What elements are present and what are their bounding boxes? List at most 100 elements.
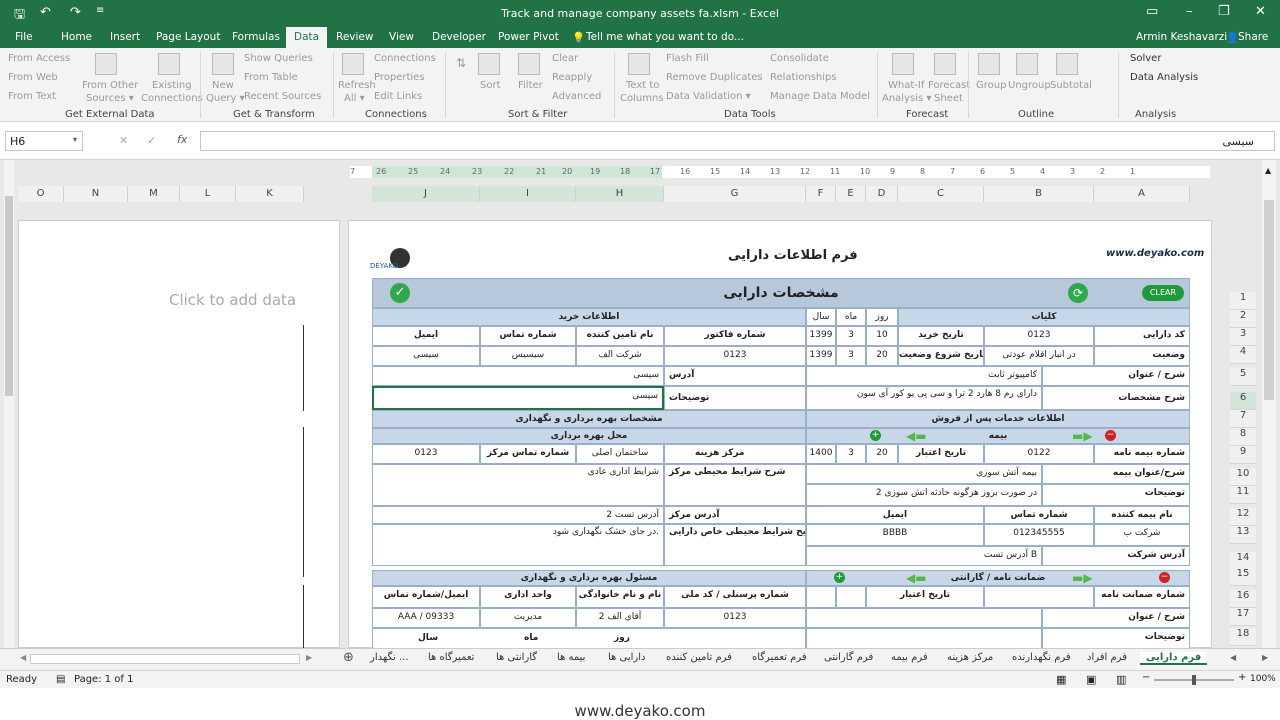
left-scrollbar[interactable] — [4, 160, 14, 648]
from-table-button[interactable]: From Table — [244, 72, 298, 83]
fullname-value[interactable]: آقای الف 2 — [576, 608, 664, 628]
row-header[interactable]: 5 — [1230, 368, 1256, 386]
enter-icon[interactable]: ✓ — [147, 134, 156, 147]
sheet-tab[interactable]: گارانتی ها — [496, 652, 537, 663]
asset-code-value[interactable]: 0123 — [984, 326, 1094, 346]
scroll-right-icon[interactable]: ▶ — [306, 653, 312, 662]
invoice-value[interactable]: 0123 — [664, 346, 806, 366]
row-header[interactable]: 15 — [1230, 568, 1256, 586]
scrollbar-thumb[interactable] — [1264, 200, 1274, 400]
row-header[interactable]: 17 — [1230, 608, 1256, 626]
sheet-tab[interactable]: تعمیرگاه ها — [428, 652, 474, 663]
tab-page-layout[interactable]: Page Layout — [156, 31, 220, 43]
tab-view[interactable]: View — [389, 31, 414, 43]
recent-sources-button[interactable]: Recent Sources — [244, 91, 321, 102]
description-value[interactable]: سیسی — [600, 388, 662, 406]
advanced-filter-button[interactable]: Advanced — [552, 91, 601, 102]
name-box-dropdown-icon[interactable]: ▾ — [73, 135, 77, 144]
row-header[interactable]: 18 — [1230, 628, 1256, 646]
g-validity-year[interactable] — [806, 586, 836, 608]
insurer-email-value[interactable]: BBBB — [806, 524, 984, 546]
env-value[interactable]: شرایط اداری عادی — [372, 464, 664, 506]
data-analysis-button[interactable]: Data Analysis — [1130, 72, 1198, 83]
subtotal-button[interactable]: Subtotal — [1050, 80, 1092, 91]
row-header[interactable]: 12 — [1230, 508, 1256, 526]
remove-icon[interactable]: − — [1159, 572, 1170, 583]
column-header-D[interactable]: D — [866, 186, 898, 202]
filter-button[interactable]: Filter — [518, 80, 543, 91]
sheet-tab[interactable]: فرم افراد — [1087, 652, 1127, 663]
from-other-sources-button[interactable]: From Other — [82, 80, 138, 91]
sheet-tab[interactable]: نگهدار ... — [370, 652, 409, 663]
formula-input[interactable]: سیسی — [200, 131, 1275, 151]
insurance-desc-value[interactable]: در صورت بروز هرگونه حادثه اتش سوزی 2 — [806, 484, 1042, 506]
tab-insert[interactable]: Insert — [110, 31, 140, 43]
add-icon[interactable]: + — [870, 430, 881, 441]
address-value[interactable]: سیسی — [600, 366, 664, 386]
manage-data-model-button[interactable]: Manage Data Model — [770, 91, 870, 102]
tab-power-pivot[interactable]: Power Pivot — [498, 31, 559, 43]
scroll-up-icon[interactable]: ▲ — [1265, 166, 1271, 175]
cost-center-value[interactable]: ساختمان اصلی — [576, 444, 664, 464]
sheet-tab[interactable]: بیمه ها — [557, 652, 585, 663]
clear-filter-button[interactable]: Clear — [552, 53, 578, 64]
column-header-F[interactable]: F — [806, 186, 836, 202]
start-day[interactable]: 20 — [866, 346, 898, 366]
row-header[interactable]: 1 — [1230, 292, 1256, 310]
show-queries-button[interactable]: Show Queries — [244, 53, 313, 64]
insurer-address-value[interactable]: آدرس تست B — [806, 546, 1042, 566]
personnel-value[interactable]: 0123 — [664, 608, 806, 628]
scroll-left-icon[interactable]: ◀ — [20, 653, 26, 662]
insurer-contact-value[interactable]: 012345555 — [984, 524, 1094, 546]
sheet-tab[interactable]: دارایی ها — [608, 652, 645, 663]
edit-links-button[interactable]: Edit Links — [374, 91, 422, 102]
site-url[interactable]: www.deyako.com — [1106, 248, 1204, 259]
tell-me-input[interactable]: Tell me what you want to do... — [586, 31, 744, 43]
sheet-tab[interactable]: فرم بیمه — [891, 652, 928, 663]
insurer-value[interactable]: شرکت ب — [1094, 524, 1190, 546]
forecast-sheet-button[interactable]: Forecast — [928, 80, 970, 91]
from-text-button[interactable]: From Text — [8, 91, 56, 102]
right-scrollbar[interactable]: ▲ — [1262, 160, 1276, 648]
spec-value[interactable]: دارای رم 8 هارد 2 ترا و سی پی یو کور آی … — [806, 386, 1042, 410]
what-if-button[interactable]: What-If — [888, 80, 924, 91]
reapply-button[interactable]: Reapply — [552, 72, 592, 83]
row-header[interactable]: 10 — [1230, 468, 1256, 486]
add-icon[interactable]: + — [834, 572, 845, 583]
existing-connections-button[interactable]: Existing — [152, 80, 192, 91]
tab-scroll-right-icon[interactable]: ▶ — [1262, 653, 1268, 662]
share-button[interactable]: Share — [1238, 31, 1268, 43]
row-header[interactable]: 2 — [1230, 310, 1256, 328]
g-title-value[interactable] — [806, 608, 1042, 628]
prev-arrow-icon[interactable]: ◀▬ — [906, 571, 927, 585]
sort-az-icon[interactable]: ⇅ — [456, 56, 466, 70]
row-header[interactable]: 8 — [1230, 428, 1256, 446]
email-contact-value[interactable]: AAA / 09333 — [372, 608, 480, 628]
row-header[interactable]: 9 — [1230, 446, 1256, 464]
column-header-B[interactable]: B — [984, 186, 1094, 202]
next-arrow-icon[interactable]: ▬▶ — [1072, 429, 1093, 443]
new-sheet-icon[interactable]: ⊕ — [343, 650, 354, 665]
sheet-tab[interactable]: فرم تامین کننده — [666, 652, 732, 663]
column-header-I[interactable]: I — [480, 186, 576, 202]
connections-button[interactable]: Connections — [374, 53, 436, 64]
sheet-tab[interactable]: فرم نگهدارنده — [1012, 652, 1071, 663]
page-layout-view-icon[interactable]: ▣ — [1086, 673, 1096, 686]
column-header-H[interactable]: H — [576, 186, 664, 202]
cancel-icon[interactable]: ✕ — [119, 134, 128, 147]
scrollbar-thumb[interactable] — [5, 196, 13, 396]
row-header[interactable]: 11 — [1230, 486, 1256, 504]
validity-day[interactable]: 20 — [866, 444, 898, 464]
row-header[interactable]: 16 — [1230, 590, 1256, 608]
tab-file[interactable]: File — [15, 31, 33, 43]
refresh-all-button[interactable]: Refresh — [338, 80, 376, 91]
clear-button[interactable]: CLEAR — [1142, 285, 1184, 301]
column-header-A[interactable]: A — [1094, 186, 1190, 202]
group-button[interactable]: Group — [976, 80, 1006, 91]
zoom-in-icon[interactable]: + — [1238, 672, 1246, 683]
column-header-J[interactable]: J — [372, 186, 480, 202]
zoom-out-icon[interactable]: − — [1142, 672, 1150, 683]
center-contact-value[interactable]: 0123 — [372, 444, 480, 464]
special-env-value[interactable]: در جای خشک نگهداری شود. — [372, 524, 664, 566]
row-header[interactable]: 7 — [1230, 410, 1256, 428]
